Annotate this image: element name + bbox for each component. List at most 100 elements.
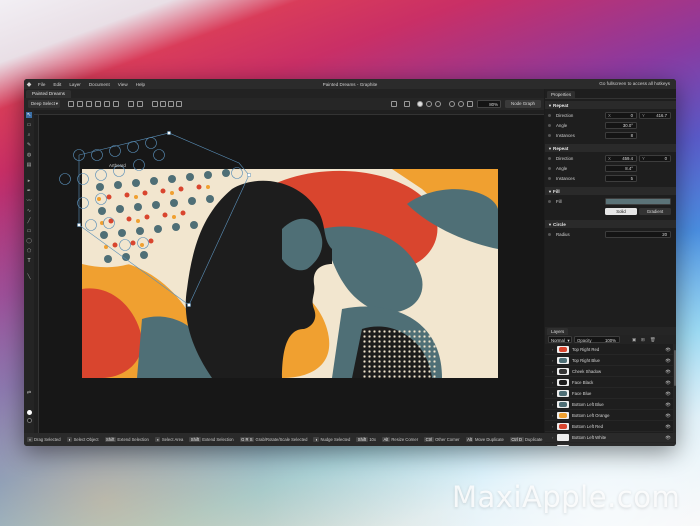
chevron-right-icon[interactable]: › bbox=[552, 446, 553, 447]
delete-layer-icon[interactable]: 🗑 bbox=[650, 337, 655, 343]
zoom-out-icon[interactable] bbox=[458, 101, 464, 107]
layer-row[interactable]: › Bottom Left Orange 👁 bbox=[545, 410, 676, 421]
eye-icon[interactable]: 👁 bbox=[665, 435, 671, 441]
direction-y-field[interactable]: Y0 bbox=[639, 154, 671, 162]
fill-color-swatch[interactable] bbox=[605, 197, 671, 205]
expose-dot-icon[interactable] bbox=[548, 156, 551, 160]
direction-x-field[interactable]: X0 bbox=[605, 111, 637, 119]
section-repeat-2-header[interactable]: ▼ Repeat bbox=[545, 144, 676, 152]
solid-toggle[interactable]: Solid bbox=[605, 207, 637, 215]
menu-file[interactable]: File bbox=[34, 82, 49, 87]
expose-dot-icon[interactable] bbox=[548, 113, 551, 117]
blend-mode-dropdown[interactable]: Normal ▾ bbox=[548, 336, 572, 343]
align-left-icon[interactable] bbox=[68, 101, 74, 107]
eye-icon[interactable]: 👁 bbox=[665, 402, 671, 408]
properties-tab[interactable]: Properties bbox=[547, 91, 576, 98]
text-tool-icon[interactable]: T bbox=[26, 258, 32, 264]
chevron-right-icon[interactable]: › bbox=[552, 435, 553, 440]
layer-row[interactable]: › Top Right Red 👁 bbox=[545, 344, 676, 355]
gradient-toggle[interactable]: Gradient bbox=[639, 207, 671, 215]
expose-dot-icon[interactable] bbox=[548, 199, 551, 203]
menu-layer[interactable]: Layer bbox=[65, 82, 85, 87]
ellipse-tool-icon[interactable]: ◯ bbox=[26, 238, 32, 244]
eye-icon[interactable]: 👁 bbox=[665, 446, 671, 447]
snapping-icon[interactable] bbox=[391, 101, 397, 107]
spline-tool-icon[interactable]: ∿ bbox=[26, 208, 32, 214]
chevron-right-icon[interactable]: › bbox=[552, 380, 553, 385]
artboard-label[interactable]: Artboard bbox=[109, 163, 126, 168]
primary-color-swatch[interactable] bbox=[26, 410, 32, 415]
layer-row[interactable]: › Face Black 👁 bbox=[545, 377, 676, 388]
menu-document[interactable]: Document bbox=[85, 82, 114, 87]
align-bottom-icon[interactable] bbox=[113, 101, 119, 107]
eye-icon[interactable]: 👁 bbox=[665, 413, 671, 419]
chevron-right-icon[interactable]: › bbox=[552, 402, 553, 407]
rectangle-tool-icon[interactable]: ▭ bbox=[26, 228, 32, 234]
chevron-right-icon[interactable]: › bbox=[552, 347, 553, 352]
instances-field[interactable]: 5 bbox=[605, 174, 637, 182]
pen-tool-icon[interactable]: ✒ bbox=[26, 188, 32, 194]
align-right-icon[interactable] bbox=[86, 101, 92, 107]
scrollbar-thumb[interactable] bbox=[673, 350, 676, 386]
direction-y-field[interactable]: Y 416.7 bbox=[639, 111, 671, 119]
fullscreen-hint[interactable]: Go fullscreen to access all hotkeys bbox=[599, 81, 670, 86]
layers-tab[interactable]: Layers bbox=[547, 328, 569, 335]
angle-field[interactable]: 30.0° bbox=[605, 121, 637, 129]
layer-row[interactable]: › Bottom Left Red 👁 bbox=[545, 421, 676, 432]
eye-icon[interactable]: 👁 bbox=[665, 380, 671, 386]
canvas-viewport[interactable]: Artboard bbox=[39, 115, 544, 433]
layer-row[interactable]: › Bottom Left White 👁 bbox=[545, 432, 676, 443]
brush-tool-icon[interactable]: ╲ bbox=[26, 274, 32, 280]
secondary-color-swatch[interactable] bbox=[26, 418, 32, 423]
boolean-union-icon[interactable] bbox=[152, 101, 158, 107]
new-layer-icon[interactable]: ⊞ bbox=[641, 337, 645, 343]
expose-dot-icon[interactable] bbox=[548, 176, 551, 180]
direction-x-field[interactable]: X 459.4 bbox=[605, 154, 637, 162]
chevron-right-icon[interactable]: › bbox=[552, 413, 553, 418]
zoom-fit-icon[interactable] bbox=[467, 101, 473, 107]
swap-colors-icon[interactable]: ⇄ bbox=[26, 390, 32, 396]
path-tool-icon[interactable]: ▸ bbox=[26, 178, 32, 184]
layer-row[interactable]: › Cheek Shadow 👁 bbox=[545, 366, 676, 377]
boolean-intersect-icon[interactable] bbox=[168, 101, 174, 107]
eye-icon[interactable]: 👁 bbox=[665, 369, 671, 375]
boolean-subtract-icon[interactable] bbox=[160, 101, 166, 107]
expose-dot-icon[interactable] bbox=[548, 232, 551, 236]
zoom-in-icon[interactable] bbox=[449, 101, 455, 107]
fill-tool-icon[interactable]: ◍ bbox=[26, 152, 32, 158]
eye-icon[interactable]: 👁 bbox=[665, 391, 671, 397]
expose-dot-icon[interactable] bbox=[548, 123, 551, 127]
layers-scrollbar[interactable] bbox=[673, 344, 676, 433]
menu-view[interactable]: View bbox=[114, 82, 132, 87]
grid-icon[interactable] bbox=[404, 101, 410, 107]
section-circle-header[interactable]: ▼ Circle bbox=[545, 220, 676, 228]
eye-icon[interactable]: 👁 bbox=[665, 358, 671, 364]
boolean-difference-icon[interactable] bbox=[176, 101, 182, 107]
artboard-tool-icon[interactable]: ▭ bbox=[26, 122, 32, 128]
align-middle-icon[interactable] bbox=[104, 101, 110, 107]
section-repeat-1-header[interactable]: ▼ Repeat bbox=[545, 101, 676, 109]
new-folder-icon[interactable]: ▣ bbox=[632, 337, 636, 343]
section-fill-header[interactable]: ▼ Fill bbox=[545, 187, 676, 195]
flip-horizontal-icon[interactable] bbox=[128, 101, 134, 107]
eyedropper-tool-icon[interactable]: ✎ bbox=[26, 142, 32, 148]
expose-dot-icon[interactable] bbox=[548, 133, 551, 137]
menu-help[interactable]: Help bbox=[132, 82, 149, 87]
layer-row[interactable]: › Face Blue 👁 bbox=[545, 388, 676, 399]
document-tab[interactable]: Painted Dreams bbox=[26, 90, 71, 98]
align-center-icon[interactable] bbox=[77, 101, 83, 107]
layer-row[interactable]: ›Hair Dots Orange👁 bbox=[545, 443, 676, 446]
select-tool-icon[interactable]: ↖ bbox=[26, 112, 32, 118]
chevron-right-icon[interactable]: › bbox=[552, 358, 553, 363]
node-graph-button[interactable]: Node Graph bbox=[505, 100, 541, 108]
align-top-icon[interactable] bbox=[95, 101, 101, 107]
view-mode-pixel-icon[interactable] bbox=[435, 101, 441, 107]
chevron-right-icon[interactable]: › bbox=[552, 369, 553, 374]
view-mode-outline-icon[interactable] bbox=[426, 101, 432, 107]
chevron-right-icon[interactable]: › bbox=[552, 424, 553, 429]
expose-dot-icon[interactable] bbox=[548, 166, 551, 170]
freehand-tool-icon[interactable]: 〰 bbox=[26, 198, 32, 204]
eye-icon[interactable]: 👁 bbox=[665, 347, 671, 353]
chevron-right-icon[interactable]: › bbox=[552, 391, 553, 396]
opacity-field[interactable]: Opacity 100% bbox=[574, 336, 620, 343]
